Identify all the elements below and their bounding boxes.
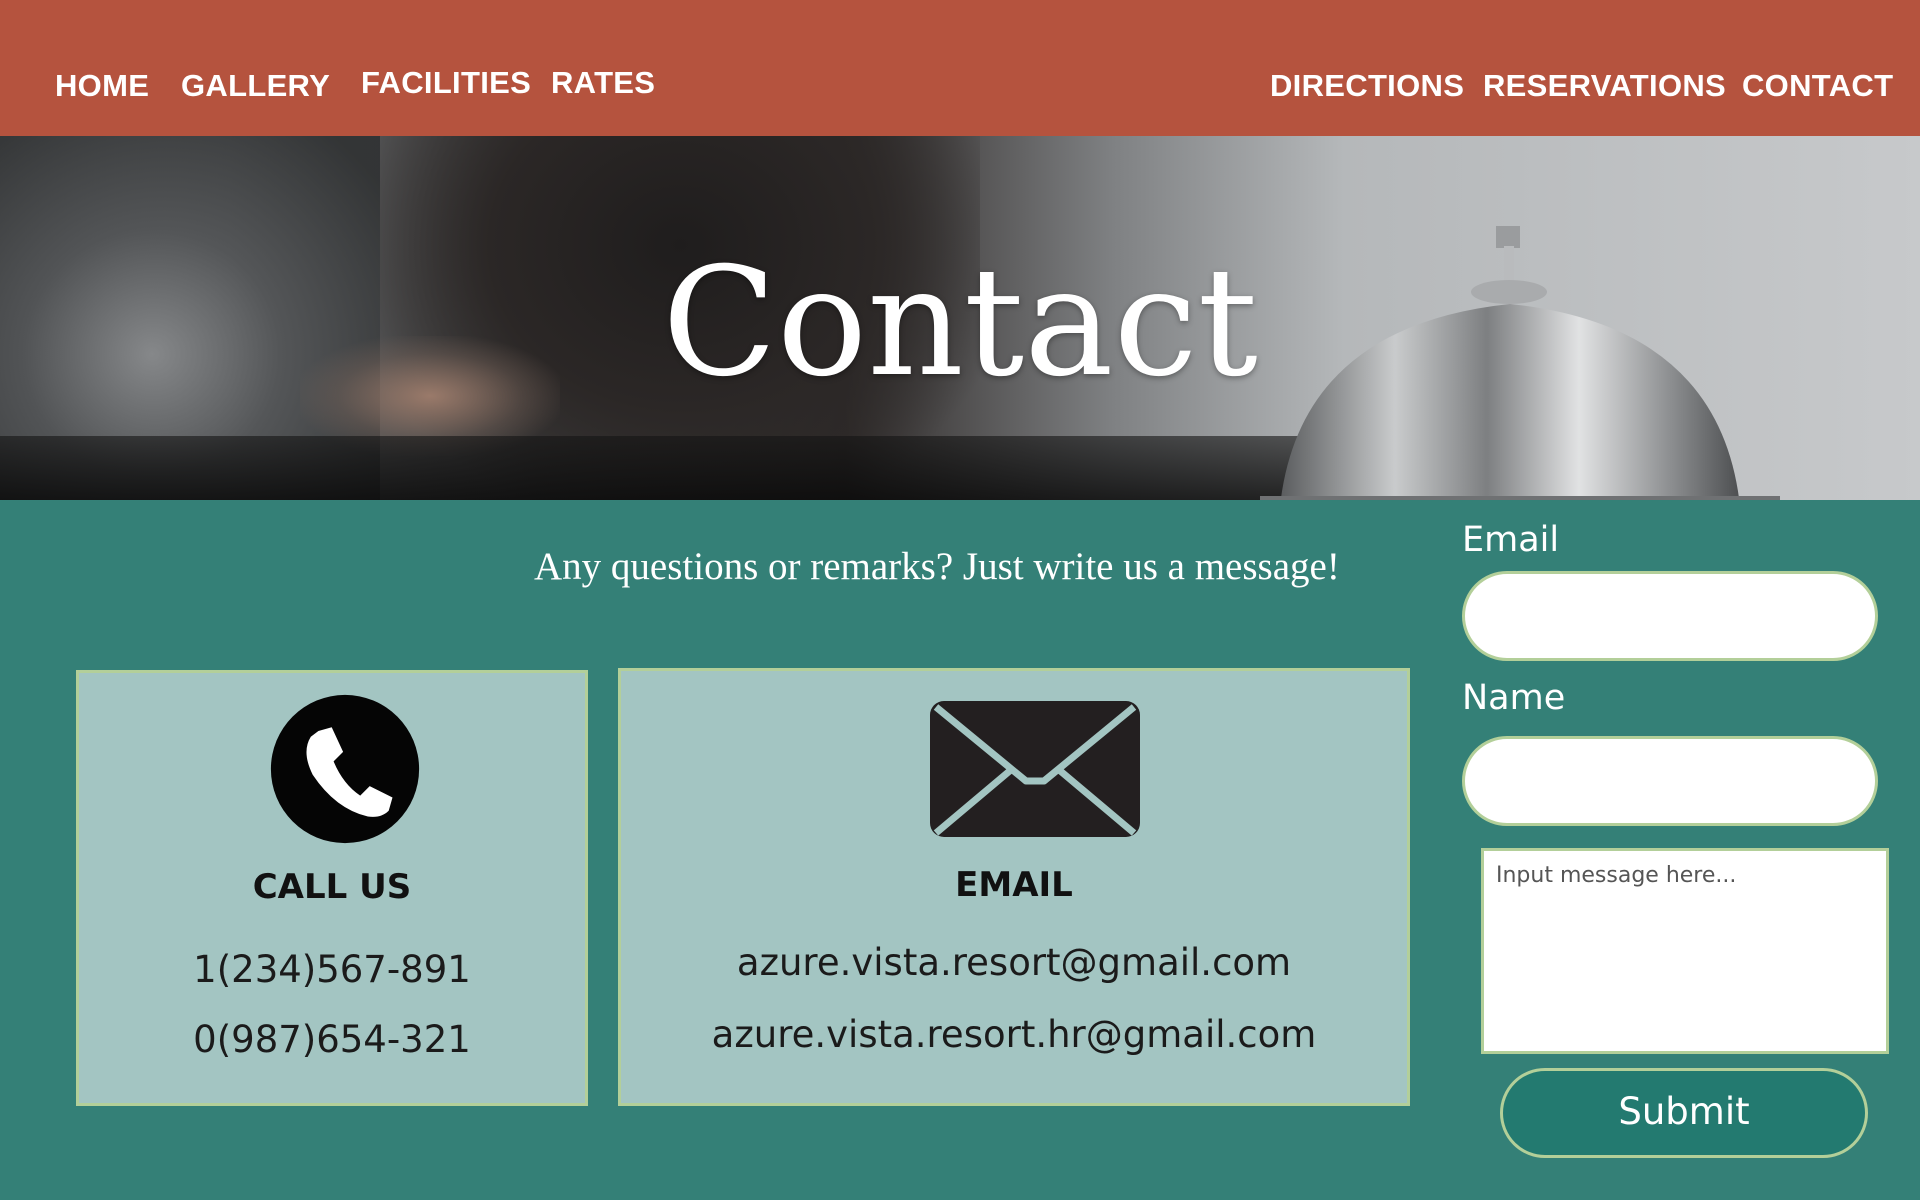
envelope-icon <box>930 701 1140 837</box>
phone-icon <box>270 694 420 844</box>
call-us-card: CALL US 1(234)567-891 0(987)654-321 <box>76 670 588 1106</box>
top-nav: HOME GALLERY FACILITIES RATES DIRECTIONS… <box>0 0 1920 136</box>
nav-directions[interactable]: DIRECTIONS <box>1270 70 1464 101</box>
nav-home[interactable]: HOME <box>55 70 149 101</box>
email-label: Email <box>1462 520 1560 560</box>
email-card: EMAIL azure.vista.resort@gmail.com azure… <box>618 668 1410 1106</box>
email-address-2[interactable]: azure.vista.resort.hr@gmail.com <box>621 1013 1407 1056</box>
hero-banner: Contact <box>0 136 1920 500</box>
hero-background-counter <box>0 436 1300 500</box>
nav-facilities[interactable]: FACILITIES <box>361 67 531 98</box>
phone-number-1: 1(234)567-891 <box>193 948 471 991</box>
message-textarea[interactable] <box>1481 848 1889 1054</box>
email-heading: EMAIL <box>955 865 1073 905</box>
nav-gallery[interactable]: GALLERY <box>181 70 330 101</box>
name-field[interactable] <box>1462 736 1878 826</box>
nav-reservations[interactable]: RESERVATIONS <box>1483 70 1726 101</box>
call-us-heading: CALL US <box>252 867 412 907</box>
email-field[interactable] <box>1462 571 1878 661</box>
email-address-1[interactable]: azure.vista.resort@gmail.com <box>621 941 1407 984</box>
phone-number-2: 0(987)654-321 <box>193 1018 471 1061</box>
submit-button[interactable]: Submit <box>1500 1068 1868 1158</box>
nav-contact[interactable]: CONTACT <box>1742 70 1893 101</box>
tagline: Any questions or remarks? Just write us … <box>534 545 1340 588</box>
nav-rates[interactable]: RATES <box>551 67 655 98</box>
name-label: Name <box>1462 678 1566 718</box>
page-title: Contact <box>662 236 1258 410</box>
